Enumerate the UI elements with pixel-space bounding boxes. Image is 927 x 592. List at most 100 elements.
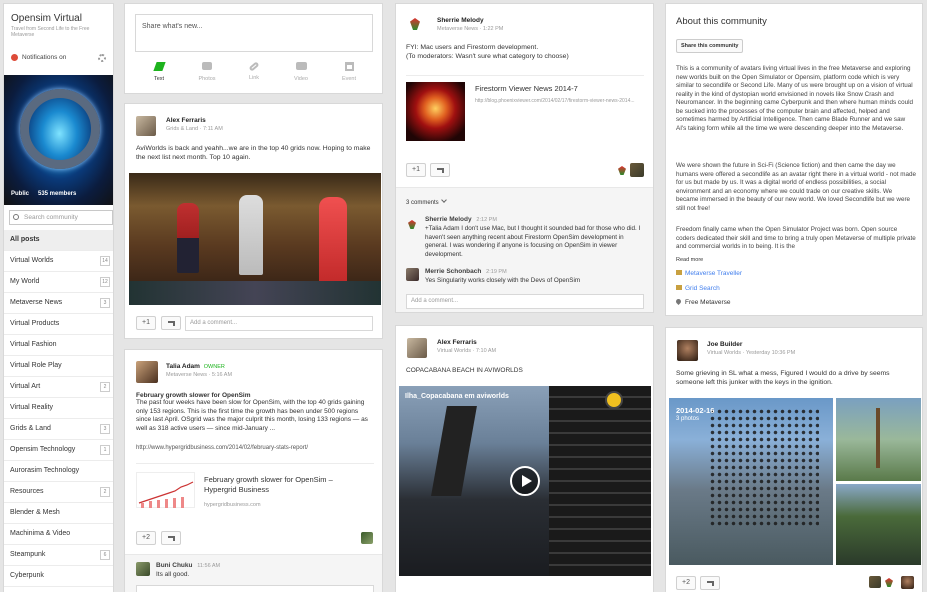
post-category[interactable]: Virtual Worlds — [437, 348, 471, 354]
play-button[interactable] — [510, 466, 540, 496]
composer-event-button[interactable]: Event — [337, 62, 361, 82]
commenter-avatar[interactable] — [406, 268, 419, 281]
share-arrow-button[interactable] — [161, 531, 181, 545]
plusoner-avatar[interactable] — [869, 576, 881, 588]
comments-count[interactable]: 3 comments — [406, 197, 448, 206]
notifications-toggle[interactable]: Notifications on — [11, 54, 91, 64]
link-preview-title[interactable]: Firestorm Viewer News 2014-7 — [475, 84, 578, 93]
photo-album-thumb[interactable] — [836, 398, 921, 481]
commenter-name[interactable]: Buni Chuku — [156, 562, 192, 569]
nav-blender-mesh[interactable]: Blender & Mesh — [4, 503, 113, 524]
add-comment-input[interactable]: Add a comment... — [185, 316, 373, 331]
add-comment-input[interactable] — [136, 585, 374, 592]
post-category[interactable]: Virtual Worlds — [707, 350, 741, 356]
plusoner-avatar[interactable] — [901, 576, 914, 589]
post-category[interactable]: Metaverse News — [437, 26, 478, 32]
nav-virtual-art[interactable]: Virtual Art 2 — [4, 377, 113, 398]
plus-one-button[interactable]: +1 — [406, 163, 426, 177]
author-avatar[interactable] — [677, 340, 698, 361]
plusoner-firestorm-icon[interactable] — [618, 166, 626, 175]
video-title[interactable]: Ilha_Copacabana em aviworlds — [405, 393, 509, 400]
post-time[interactable]: 7:10 AM — [476, 348, 496, 354]
video-player[interactable]: Ilha_Copacabana em aviworlds — [399, 386, 651, 576]
link-preview-title[interactable]: February growth slower for OpenSim – Hyp… — [204, 475, 364, 495]
author-avatar[interactable] — [407, 16, 423, 32]
nav-aurorasim-technology[interactable]: Aurorasim Technology — [4, 461, 113, 482]
commenter-name[interactable]: Merrie Schonbach — [425, 268, 481, 275]
nav-cyberpunk[interactable]: Cyberpunk — [4, 566, 113, 587]
comment-time: 11:56 AM — [197, 563, 221, 569]
post-url[interactable]: http://www.hypergridbusiness.com/2014/02… — [136, 445, 308, 451]
nav-virtual-fashion[interactable]: Virtual Fashion — [4, 335, 113, 356]
commenter-firestorm-icon[interactable] — [408, 220, 416, 229]
post-category[interactable]: Grids & Land — [166, 126, 198, 132]
link-preview-url[interactable]: http://blog.phoenixviewer.com/2014/02/17… — [475, 98, 645, 104]
author-avatar[interactable] — [136, 361, 158, 383]
plus-one-button[interactable]: +1 — [136, 316, 156, 330]
author-name[interactable]: Sherrie Melody — [437, 17, 484, 24]
firestorm-logo-icon — [410, 18, 420, 30]
nav-resources[interactable]: Resources 2 — [4, 482, 113, 503]
photo-album-main[interactable]: 2014-02-16 3 photos — [669, 398, 833, 565]
nav-all-posts[interactable]: All posts — [4, 230, 113, 251]
nav-machinima-video[interactable]: Machinima & Video — [4, 524, 113, 545]
plus-one-button[interactable]: +2 — [676, 576, 696, 590]
comment-author-line: Sherrie Melody 2:12 PM — [425, 216, 497, 223]
composer-video-button[interactable]: Video — [289, 62, 313, 82]
add-comment-input[interactable]: Add a comment... — [406, 294, 644, 309]
share-arrow-button[interactable] — [430, 163, 450, 177]
share-community-button[interactable]: Share this community — [676, 39, 744, 53]
composer-text-button[interactable]: Text — [147, 62, 171, 82]
read-more-link[interactable]: Read more — [676, 257, 703, 263]
plusoner-avatar[interactable] — [630, 163, 644, 177]
author-name[interactable]: Talia Adam — [166, 363, 200, 370]
share-arrow-icon — [167, 321, 175, 326]
nav-my-world[interactable]: My World 12 — [4, 272, 113, 293]
post-image[interactable] — [129, 173, 381, 305]
commenter-avatar[interactable] — [136, 562, 150, 576]
about-link[interactable]: Grid Search — [676, 285, 720, 292]
link-preview-image[interactable] — [406, 82, 465, 141]
plus-one-button[interactable]: +2 — [136, 531, 156, 545]
search-box[interactable]: Search community — [9, 210, 113, 225]
nav-label: Virtual Products — [10, 320, 60, 327]
plusoner-firestorm-icon[interactable] — [885, 578, 893, 587]
post-time[interactable]: 5:16 AM — [212, 372, 232, 378]
post-time[interactable]: Yesterday 10:36 PM — [746, 350, 795, 356]
post-category[interactable]: Metaverse News — [166, 372, 207, 378]
nav-metaverse-news[interactable]: Metaverse News 3 — [4, 293, 113, 314]
plusoner-avatar[interactable] — [361, 532, 373, 544]
composer-photos-button[interactable]: Photos — [195, 62, 219, 82]
nav-count: 2 — [100, 382, 110, 392]
author-name[interactable]: Joe Builder — [707, 341, 742, 348]
post-time[interactable]: 7:11 AM — [203, 126, 223, 132]
nav-steampunk[interactable]: Steampunk 6 — [4, 545, 113, 566]
nav-virtual-reality[interactable]: Virtual Reality — [4, 398, 113, 419]
nav-opensim-technology[interactable]: Opensim Technology 1 — [4, 440, 113, 461]
comment-time: 2:12 PM — [476, 217, 497, 223]
commenter-name[interactable]: Sherrie Melody — [425, 216, 472, 223]
nav-label: Metaverse News — [10, 299, 63, 306]
share-arrow-button[interactable] — [161, 316, 181, 330]
nav-grids-land[interactable]: Grids & Land 3 — [4, 419, 113, 440]
composer-link-button[interactable]: Link — [242, 61, 266, 81]
link-preview-chart[interactable] — [136, 472, 195, 508]
author-name[interactable]: Alex Ferraris — [166, 117, 206, 124]
search-input[interactable]: Search community — [24, 214, 78, 221]
author-avatar[interactable] — [136, 116, 156, 136]
post-time[interactable]: 1:22 PM — [483, 26, 503, 32]
search-icon — [13, 214, 19, 220]
photo-album-thumb[interactable] — [836, 484, 921, 565]
share-arrow-button[interactable] — [700, 576, 720, 590]
author-avatar[interactable] — [407, 338, 427, 358]
nav-virtual-role-play[interactable]: Virtual Role Play — [4, 356, 113, 377]
link-preview-domain[interactable]: hypergridbusiness.com — [204, 502, 261, 508]
nav-virtual-worlds[interactable]: Virtual Worlds 14 — [4, 251, 113, 272]
nav-count: 14 — [100, 256, 110, 266]
author-name[interactable]: Alex Ferraris — [437, 339, 477, 346]
nav-count: 3 — [100, 424, 110, 434]
nav-virtual-products[interactable]: Virtual Products — [4, 314, 113, 335]
share-input[interactable]: Share what's new... — [135, 14, 373, 52]
about-link[interactable]: Metaverse Traveller — [676, 270, 742, 277]
gear-icon[interactable] — [98, 54, 106, 62]
